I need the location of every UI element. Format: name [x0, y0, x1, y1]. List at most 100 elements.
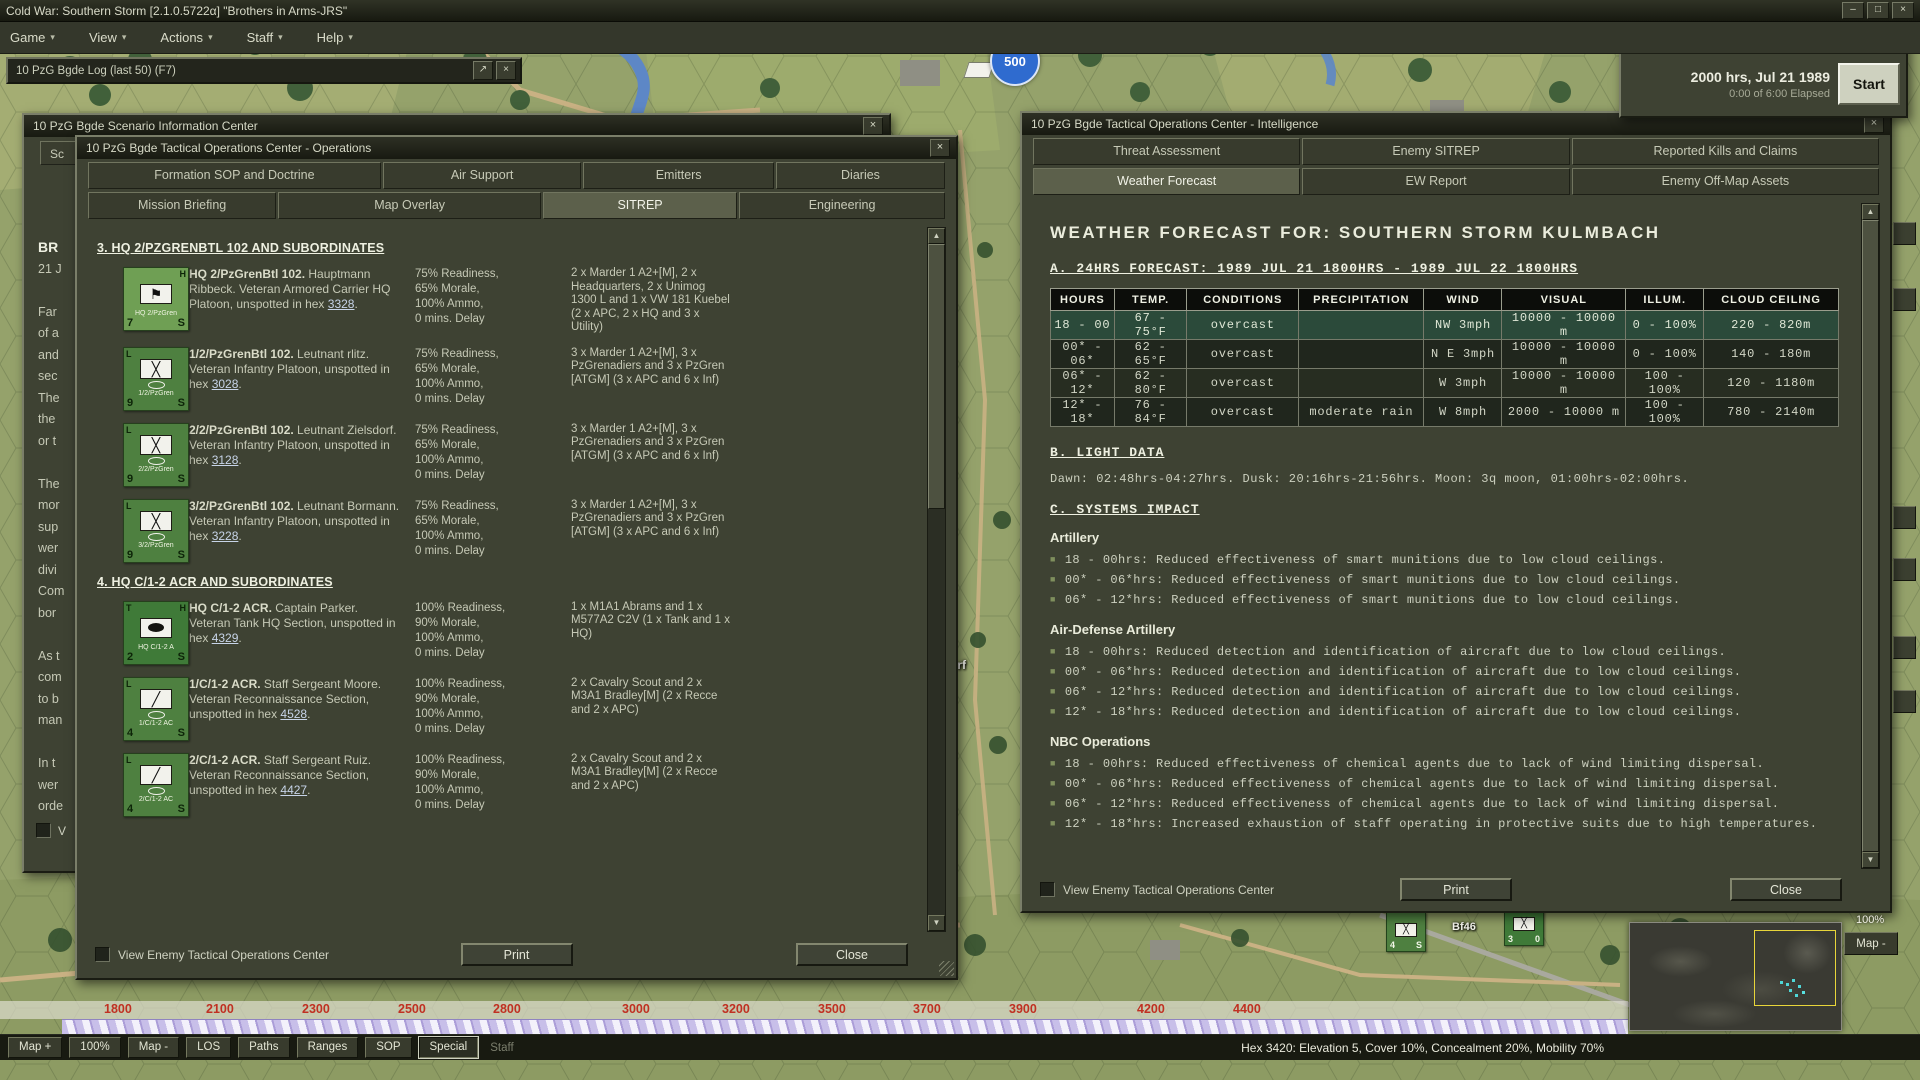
scroll-up-icon[interactable]: ▲ [928, 228, 945, 244]
hex-link[interactable]: 3328 [328, 297, 355, 311]
start-turn-button[interactable]: Start [1838, 63, 1900, 105]
unit-description: 2/C/1-2 ACR. Staff Sergeant Ruiz. Vetera… [189, 753, 401, 798]
print-button[interactable]: Print [1400, 878, 1512, 901]
view-enemy-toc-checkbox[interactable]: View Enemy Tactical Operations Center [1040, 882, 1274, 897]
unit-icon-caption: 1/C/1-2 AC [124, 720, 188, 727]
scroll-up-icon[interactable]: ▲ [1862, 204, 1879, 220]
scrollbar-thumb[interactable] [1862, 220, 1879, 852]
statusbar-button-special[interactable]: Special [419, 1037, 479, 1058]
minimize-icon[interactable]: – [1842, 2, 1864, 19]
unit-description: 1/C/1-2 ACR. Staff Sergeant Moore. Veter… [189, 677, 401, 722]
sitrep-scrollbar[interactable]: ▲ ▼ [927, 227, 946, 932]
checkbox-icon[interactable] [95, 947, 110, 962]
tab-emitters[interactable]: Emitters [583, 162, 774, 189]
hex-link[interactable]: 4528 [280, 707, 307, 721]
popout-icon[interactable]: ↗ [473, 61, 493, 80]
hex-link[interactable]: 3128 [212, 453, 239, 467]
map-side-tool-button[interactable] [1893, 636, 1916, 659]
tab-ew-report[interactable]: EW Report [1302, 168, 1569, 195]
menu-staff[interactable]: Staff ▾ [247, 30, 283, 45]
close-icon[interactable]: × [1892, 2, 1914, 19]
statusbar-button-100[interactable]: 100% [69, 1037, 120, 1058]
unit-counter-icon[interactable]: L9S╳3/2/PzGren [123, 499, 189, 563]
map-side-tool-button[interactable] [1893, 558, 1916, 581]
map-side-tool-button[interactable] [1893, 222, 1916, 245]
hex-link[interactable]: 3028 [212, 377, 239, 391]
unit-name: 2/2/PzGrenBtl 102. [189, 423, 297, 437]
operations-close-icon[interactable]: × [930, 139, 950, 157]
unit-icon-corner: 9 [127, 397, 133, 409]
scroll-down-icon[interactable]: ▼ [928, 915, 945, 931]
tab-mission-briefing[interactable]: Mission Briefing [88, 192, 276, 219]
app-title-bar: Cold War: Southern Storm [2.1.0.5722α] "… [0, 0, 1920, 22]
view-enemy-toc-checkbox[interactable]: View Enemy Tactical Operations Center [95, 947, 329, 962]
system-impact-item: ■06* - 12*hrs: Reduced effectiveness of … [1050, 796, 1847, 813]
menu-help[interactable]: Help ▾ [317, 30, 353, 45]
map-unit-counter[interactable]: ╳4S [1386, 912, 1426, 952]
unit-counter-icon[interactable]: L4S╱1/C/1-2 AC [123, 677, 189, 741]
log-close-icon[interactable]: × [496, 61, 516, 80]
scenario-window-titlebar[interactable]: 10 PzG Bgde Scenario Information Center … [24, 115, 889, 137]
unit-counter-icon[interactable]: L9S╳1/2/PzGren [123, 347, 189, 411]
checkbox-icon[interactable] [36, 823, 51, 838]
map-zoom-out-button[interactable]: Map - [1844, 932, 1898, 955]
statusbar-button-sop[interactable]: SOP [365, 1037, 411, 1058]
weather-scrollbar[interactable]: ▲ ▼ [1861, 203, 1880, 869]
tab-sitrep[interactable]: SITREP [543, 192, 737, 219]
tab-enemy-sitrep[interactable]: Enemy SITREP [1302, 138, 1569, 165]
map-side-tool-button[interactable] [1893, 506, 1916, 529]
tab-enemy-off-map-assets[interactable]: Enemy Off-Map Assets [1572, 168, 1879, 195]
system-impact-item: ■18 - 00hrs: Reduced effectiveness of sm… [1050, 552, 1847, 569]
maximize-icon[interactable]: □ [1867, 2, 1889, 19]
statusbar-button-los[interactable]: LOS [186, 1037, 231, 1058]
minimap-viewport-rect[interactable] [1754, 930, 1836, 1006]
scenario-view-enemy-checkbox[interactable]: V [36, 823, 66, 838]
tab-weather-forecast[interactable]: Weather Forecast [1033, 168, 1300, 195]
unit-equipment: 3 x Marder 1 A2+[M], 3 x PzGrenadiers an… [571, 347, 733, 388]
statusbar-button-paths[interactable]: Paths [238, 1037, 289, 1058]
print-button[interactable]: Print [461, 943, 573, 966]
close-button[interactable]: Close [1730, 878, 1842, 901]
unit-counter-icon[interactable]: TH2SHQ C/1-2 A [123, 601, 189, 665]
tab-air-support[interactable]: Air Support [383, 162, 582, 189]
system-impact-item: ■12* - 18*hrs: Reduced detection and ide… [1050, 704, 1847, 721]
unit-counter-icon[interactable]: H7S⚑HQ 2/PzGren [123, 267, 189, 331]
map-side-tool-button[interactable] [1893, 690, 1916, 713]
unit-icon-corner: L [126, 501, 132, 511]
scrollbar-thumb[interactable] [928, 244, 945, 509]
tab-threat-assessment[interactable]: Threat Assessment [1033, 138, 1300, 165]
menu-view[interactable]: View ▾ [89, 30, 126, 45]
scroll-down-icon[interactable]: ▼ [1862, 852, 1879, 868]
close-button[interactable]: Close [796, 943, 908, 966]
menu-game[interactable]: Game ▾ [10, 30, 55, 45]
unit-description: HQ C/1-2 ACR. Captain Parker. Veteran Ta… [189, 601, 401, 646]
tab-diaries[interactable]: Diaries [776, 162, 945, 189]
checkbox-icon[interactable] [1040, 882, 1055, 897]
minimap[interactable] [1629, 922, 1842, 1031]
hex-link[interactable]: 4329 [212, 631, 239, 645]
unit-icon-corner: L [126, 679, 132, 689]
tab-map-overlay[interactable]: Map Overlay [278, 192, 541, 219]
unit-description: 1/2/PzGrenBtl 102. Leutnant rlitz. Veter… [189, 347, 401, 392]
unit-counter-icon[interactable]: L9S╳2/2/PzGren [123, 423, 189, 487]
statusbar-button-map[interactable]: Map + [8, 1037, 62, 1058]
tab-formation-sop-and-doctrine[interactable]: Formation SOP and Doctrine [88, 162, 381, 189]
menu-actions[interactable]: Actions ▾ [160, 30, 212, 45]
tab-reported-kills-and-claims[interactable]: Reported Kills and Claims [1572, 138, 1879, 165]
scenario-close-icon[interactable]: × [863, 117, 883, 135]
hex-link[interactable]: 3228 [212, 529, 239, 543]
counter-corner: 4 [1390, 940, 1395, 950]
system-impact-item: ■06* - 12*hrs: Reduced effectiveness of … [1050, 592, 1847, 609]
statusbar-button-ranges[interactable]: Ranges [297, 1037, 359, 1058]
unit-counter-icon[interactable]: L4S╱2/C/1-2 AC [123, 753, 189, 817]
tab-engineering[interactable]: Engineering [739, 192, 945, 219]
unit-name: 2/C/1-2 ACR. [189, 753, 264, 767]
light-data-heading: B. LIGHT DATA [1050, 445, 1847, 460]
scenario-clock: 2000 hrs, Jul 21 1989 [1627, 69, 1830, 85]
chevron-down-icon: ▾ [208, 32, 213, 43]
statusbar-button-map[interactable]: Map - [128, 1037, 179, 1058]
resize-grip[interactable] [939, 961, 954, 976]
operations-window-titlebar[interactable]: 10 PzG Bgde Tactical Operations Center -… [77, 137, 956, 159]
hex-link[interactable]: 4427 [280, 783, 307, 797]
map-side-tool-button[interactable] [1893, 288, 1916, 311]
